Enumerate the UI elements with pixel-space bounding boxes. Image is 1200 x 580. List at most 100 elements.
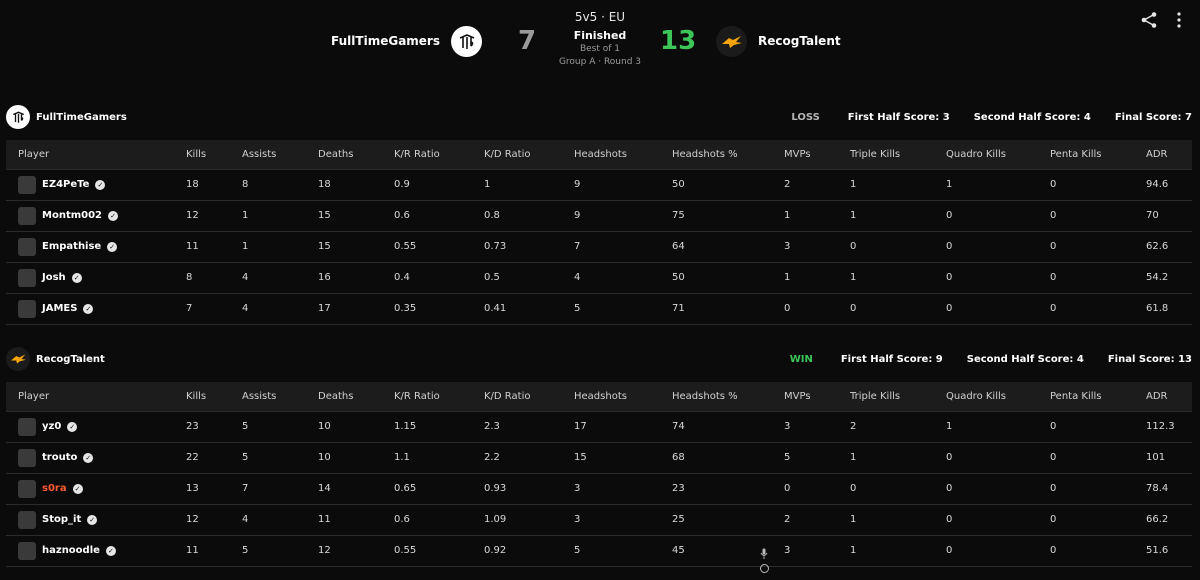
column-header[interactable]: MVPs bbox=[772, 382, 838, 412]
player-name[interactable]: EZ4PeTe bbox=[42, 179, 89, 190]
column-header[interactable]: Kills bbox=[174, 382, 230, 412]
table-row[interactable]: trouto ✓ 22 5 10 1.1 2.2 15 68 5 1 0 0 101 bbox=[6, 442, 1192, 474]
avatar[interactable] bbox=[18, 448, 36, 467]
team-left-name[interactable]: FullTimeGamers bbox=[331, 34, 440, 48]
column-header[interactable]: Triple Kills bbox=[838, 382, 934, 412]
stat-cell: 4 bbox=[562, 262, 660, 294]
column-header[interactable]: Penta Kills bbox=[1038, 140, 1134, 170]
avatar[interactable] bbox=[18, 268, 36, 287]
column-header[interactable]: K/D Ratio bbox=[472, 140, 562, 170]
column-header[interactable]: Deaths bbox=[306, 382, 382, 412]
stat-cell: 0 bbox=[1038, 293, 1134, 325]
stat-cell: 78.4 bbox=[1134, 473, 1192, 505]
stat-cell: 3 bbox=[772, 535, 838, 567]
stat-cell: 1 bbox=[838, 535, 934, 567]
column-header[interactable]: Assists bbox=[230, 140, 306, 170]
stat-cell: 51.6 bbox=[1134, 535, 1192, 567]
player-name[interactable]: yz0 bbox=[42, 421, 61, 432]
team1-name[interactable]: FullTimeGamers bbox=[36, 112, 127, 123]
column-header[interactable]: Player bbox=[6, 382, 174, 412]
match-status: Finished bbox=[573, 29, 627, 42]
column-header[interactable]: ADR bbox=[1134, 382, 1192, 412]
avatar[interactable] bbox=[18, 299, 36, 318]
column-header[interactable]: Player bbox=[6, 140, 174, 170]
score-left: 7 bbox=[517, 26, 537, 56]
column-header[interactable]: Headshots % bbox=[660, 382, 772, 412]
team1-logo[interactable] bbox=[6, 105, 30, 129]
player-name[interactable]: Montm002 bbox=[42, 210, 102, 221]
share-icon[interactable] bbox=[1140, 11, 1158, 29]
avatar[interactable] bbox=[18, 206, 36, 225]
team1-scoreboard: Player Kills Assists Deaths K/R Ratio K/D Rat… bbox=[6, 140, 1192, 325]
team2-result: WIN bbox=[789, 353, 813, 365]
table-row[interactable]: s0ra ✓ 13 7 14 0.65 0.93 3 23 0 0 0 0 78.4 bbox=[6, 473, 1192, 505]
verified-check-icon: ✓ bbox=[67, 421, 78, 432]
column-header[interactable]: K/R Ratio bbox=[382, 140, 472, 170]
column-header[interactable]: Quadro Kills bbox=[934, 140, 1038, 170]
player-name[interactable]: JAMES bbox=[42, 303, 77, 314]
avatar[interactable] bbox=[18, 237, 36, 256]
column-header[interactable]: Penta Kills bbox=[1038, 382, 1134, 412]
table-row[interactable]: Empathise ✓ 11 1 15 0.55 0.73 7 64 3 0 0 0 62.6 bbox=[6, 231, 1192, 263]
table-row[interactable]: Montm002 ✓ 12 1 15 0.6 0.8 9 75 1 1 0 0 70 bbox=[6, 200, 1192, 232]
verified-check-icon: ✓ bbox=[87, 514, 98, 525]
team-left-logo[interactable] bbox=[451, 26, 482, 57]
player-name[interactable]: haznoodle bbox=[42, 545, 100, 556]
column-header[interactable]: Quadro Kills bbox=[934, 382, 1038, 412]
player-name[interactable]: Josh bbox=[42, 272, 66, 283]
table-row[interactable]: EZ4PeTe ✓ 18 8 18 0.9 1 9 50 2 1 1 0 94.6 bbox=[6, 169, 1192, 201]
stat-cell: 1.15 bbox=[382, 411, 472, 443]
table-row[interactable]: Josh ✓ 8 4 16 0.4 0.5 4 50 1 1 0 0 54.2 bbox=[6, 262, 1192, 294]
avatar[interactable] bbox=[18, 417, 36, 436]
avatar[interactable] bbox=[18, 541, 36, 560]
column-header[interactable]: K/D Ratio bbox=[472, 382, 562, 412]
stat-cell: 0 bbox=[838, 473, 934, 505]
stat-cell: 70 bbox=[1134, 200, 1192, 232]
avatar[interactable] bbox=[18, 479, 36, 498]
column-header[interactable]: Assists bbox=[230, 382, 306, 412]
player-name[interactable]: trouto bbox=[42, 452, 77, 463]
player-name[interactable]: Empathise bbox=[42, 241, 101, 252]
column-header[interactable]: Headshots bbox=[562, 382, 660, 412]
stat-cell: 0 bbox=[772, 293, 838, 325]
avatar[interactable] bbox=[18, 175, 36, 194]
stat-cell: 17 bbox=[306, 293, 382, 325]
team-right-logo[interactable] bbox=[716, 26, 747, 57]
team2-name[interactable]: RecogTalent bbox=[36, 354, 105, 365]
mic-icon[interactable] bbox=[760, 548, 768, 560]
column-header[interactable]: K/R Ratio bbox=[382, 382, 472, 412]
ftg-logo-icon bbox=[12, 111, 24, 123]
table-row[interactable]: yz0 ✓ 23 5 10 1.15 2.3 17 74 3 2 1 0 112.3 bbox=[6, 411, 1192, 443]
team1-second-half: Second Half Score: 4 bbox=[973, 111, 1091, 123]
stat-cell: 1 bbox=[934, 411, 1038, 443]
column-header[interactable]: Kills bbox=[174, 140, 230, 170]
stat-cell: 7 bbox=[230, 473, 306, 505]
player-name[interactable]: s0ra bbox=[42, 483, 67, 494]
player-name[interactable]: Stop_it bbox=[42, 514, 81, 525]
player-cell: Empathise ✓ bbox=[6, 231, 174, 263]
column-header[interactable]: Deaths bbox=[306, 140, 382, 170]
round-info: Group A · Round 3 bbox=[558, 57, 642, 67]
column-header[interactable]: MVPs bbox=[772, 140, 838, 170]
team-right-name[interactable]: RecogTalent bbox=[758, 34, 841, 48]
table-row[interactable]: JAMES ✓ 7 4 17 0.35 0.41 5 71 0 0 0 0 61.8 bbox=[6, 293, 1192, 325]
stat-cell: 7 bbox=[562, 231, 660, 263]
avatar[interactable] bbox=[18, 510, 36, 529]
player-cell: JAMES ✓ bbox=[6, 293, 174, 325]
column-header[interactable]: Headshots % bbox=[660, 140, 772, 170]
column-header[interactable]: Headshots bbox=[562, 140, 660, 170]
stat-cell: 0 bbox=[838, 231, 934, 263]
stat-cell: 1 bbox=[838, 200, 934, 232]
column-header[interactable]: Triple Kills bbox=[838, 140, 934, 170]
team2-logo[interactable] bbox=[6, 347, 30, 371]
stat-cell: 2 bbox=[772, 504, 838, 536]
column-header[interactable]: ADR bbox=[1134, 140, 1192, 170]
stat-cell: 62.6 bbox=[1134, 231, 1192, 263]
table-row[interactable]: haznoodle ✓ 11 5 12 0.55 0.92 5 45 3 1 0 0 51.6 bbox=[6, 535, 1192, 567]
stat-cell: 11 bbox=[174, 231, 230, 263]
table-row[interactable]: Stop_it ✓ 12 4 11 0.6 1.09 3 25 2 1 0 0 66.2 bbox=[6, 504, 1192, 536]
stat-cell: 23 bbox=[660, 473, 772, 505]
scroll-indicator[interactable] bbox=[760, 564, 769, 573]
more-vertical-icon[interactable] bbox=[1170, 11, 1188, 29]
stat-cell: 0 bbox=[1038, 411, 1134, 443]
